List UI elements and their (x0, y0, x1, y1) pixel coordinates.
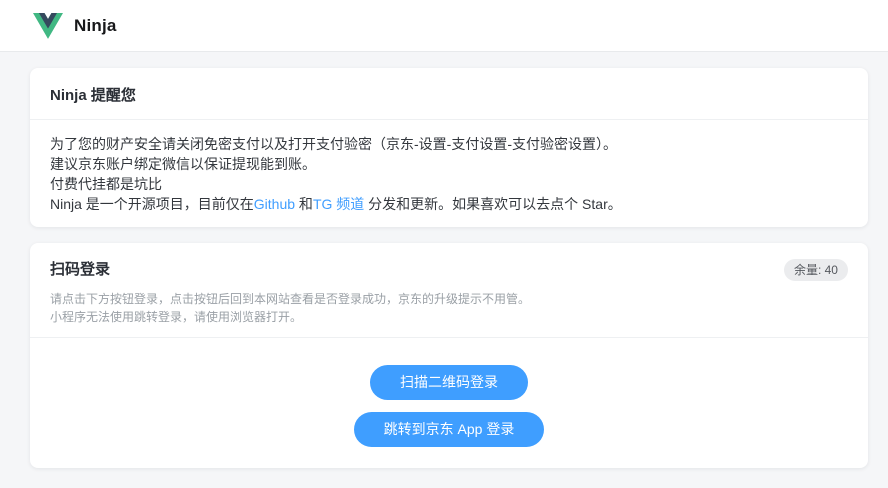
vue-logo-icon (33, 12, 63, 39)
opensource-text-connector: 和 (295, 196, 313, 212)
login-card-body: 扫描二维码登录 跳转到京东 App 登录 (30, 338, 868, 468)
notice-card-title: Ninja 提醒您 (50, 87, 136, 104)
login-title-row: 扫码登录 余量: 40 (50, 259, 848, 281)
login-subtitle-miniprogram: 小程序无法使用跳转登录，请使用浏览器打开。 (50, 310, 303, 324)
notice-line-wechat: 建议京东账户绑定微信以保证提现能到账。 (50, 156, 316, 172)
notice-card-body: 为了您的财产安全请关闭免密支付以及打开支付验密（京东-设置-支付设置-支付验密设… (30, 120, 868, 227)
notice-line-payment: 为了您的财产安全请关闭免密支付以及打开支付验密（京东-设置-支付设置-支付验密设… (50, 136, 617, 152)
notice-card-header: Ninja 提醒您 (30, 68, 868, 120)
opensource-text-suffix: 分发和更新。如果喜欢可以去点个 Star。 (364, 196, 622, 212)
page-body: Ninja 提醒您 为了您的财产安全请关闭免密支付以及打开支付验密（京东-设置-… (0, 52, 888, 484)
opensource-text-prefix: Ninja 是一个开源项目，目前仅在 (50, 196, 254, 212)
notice-line-warning: 付费代挂都是坑比 (50, 176, 162, 192)
github-link[interactable]: Github (254, 196, 295, 212)
notice-line-opensource: Ninja 是一个开源项目，目前仅在Github 和TG 频道 分发和更新。如果… (50, 194, 848, 214)
quota-badge: 余量: 40 (783, 259, 848, 281)
login-card-title: 扫码登录 (50, 261, 111, 278)
notice-card: Ninja 提醒您 为了您的财产安全请关闭免密支付以及打开支付验密（京东-设置-… (30, 68, 868, 227)
jd-app-login-button[interactable]: 跳转到京东 App 登录 (353, 412, 545, 447)
app-header: Ninja (0, 0, 888, 52)
login-card-header: 扫码登录 余量: 40 请点击下方按钮登录，点击按钮后回到本网站查看是否登录成功… (30, 243, 868, 338)
scan-qr-login-button[interactable]: 扫描二维码登录 (370, 365, 528, 400)
brand-title: Ninja (74, 15, 117, 35)
login-subtitle-instructions: 请点击下方按钮登录，点击按钮后回到本网站查看是否登录成功，京东的升级提示不用管。 (50, 292, 531, 306)
tg-channel-link[interactable]: TG 频道 (313, 196, 364, 212)
login-card: 扫码登录 余量: 40 请点击下方按钮登录，点击按钮后回到本网站查看是否登录成功… (30, 243, 868, 468)
